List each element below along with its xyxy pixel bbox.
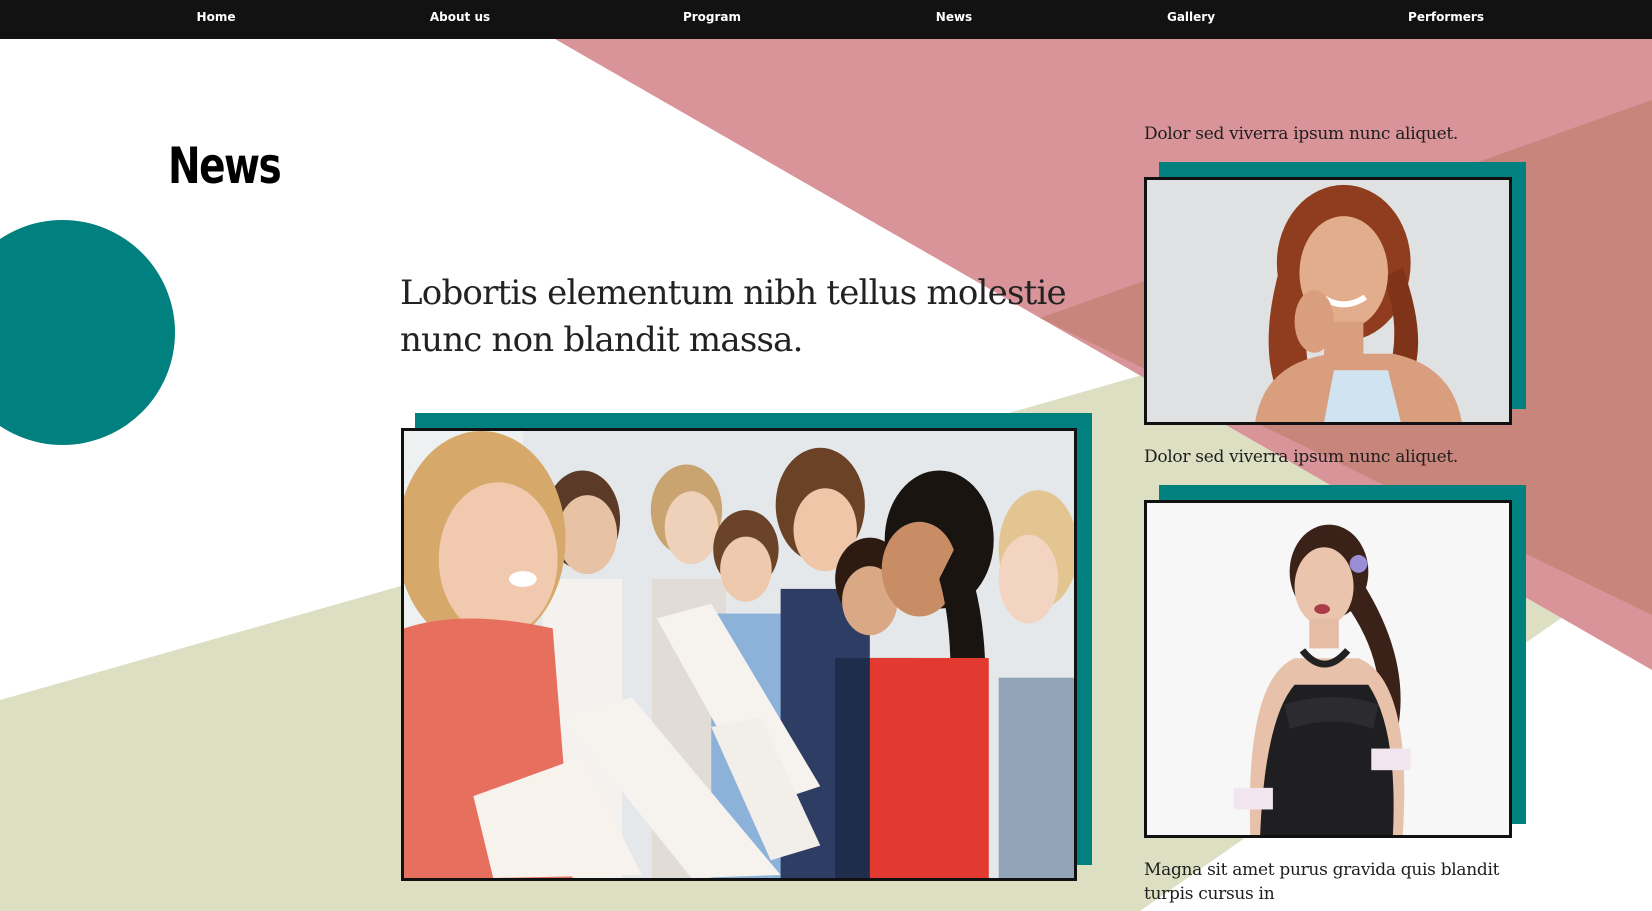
news-headline: Lobortis elementum nibh tellus molestie … bbox=[400, 273, 1067, 360]
page-title: News bbox=[168, 137, 282, 195]
nav-about-link[interactable]: About us bbox=[430, 0, 490, 39]
main-news-photo[interactable] bbox=[401, 428, 1077, 881]
nav-gallery-link[interactable]: Gallery bbox=[1167, 0, 1215, 39]
sidebar-caption: Dolor sed viverra ipsum nunc aliquet. bbox=[1144, 447, 1458, 467]
nav-program-link[interactable]: Program bbox=[683, 0, 741, 39]
nav-home-link[interactable]: Home bbox=[197, 0, 236, 39]
woman-portrait-illustration bbox=[1147, 180, 1509, 422]
sidebar-photo-performer[interactable] bbox=[1144, 177, 1512, 425]
sidebar-caption: Magna sit amet purus gravida quis blandi… bbox=[1144, 860, 1500, 904]
top-navbar: Home About us Program News Gallery Perfo… bbox=[0, 0, 1652, 39]
choir-photo-illustration bbox=[404, 431, 1074, 878]
singer-portrait-illustration bbox=[1147, 503, 1509, 835]
sidebar-photo-performer[interactable] bbox=[1144, 500, 1512, 838]
nav-news-link[interactable]: News bbox=[936, 0, 972, 39]
sidebar-caption: Dolor sed viverra ipsum nunc aliquet. bbox=[1144, 124, 1458, 144]
nav-performers-link[interactable]: Performers bbox=[1408, 0, 1484, 39]
